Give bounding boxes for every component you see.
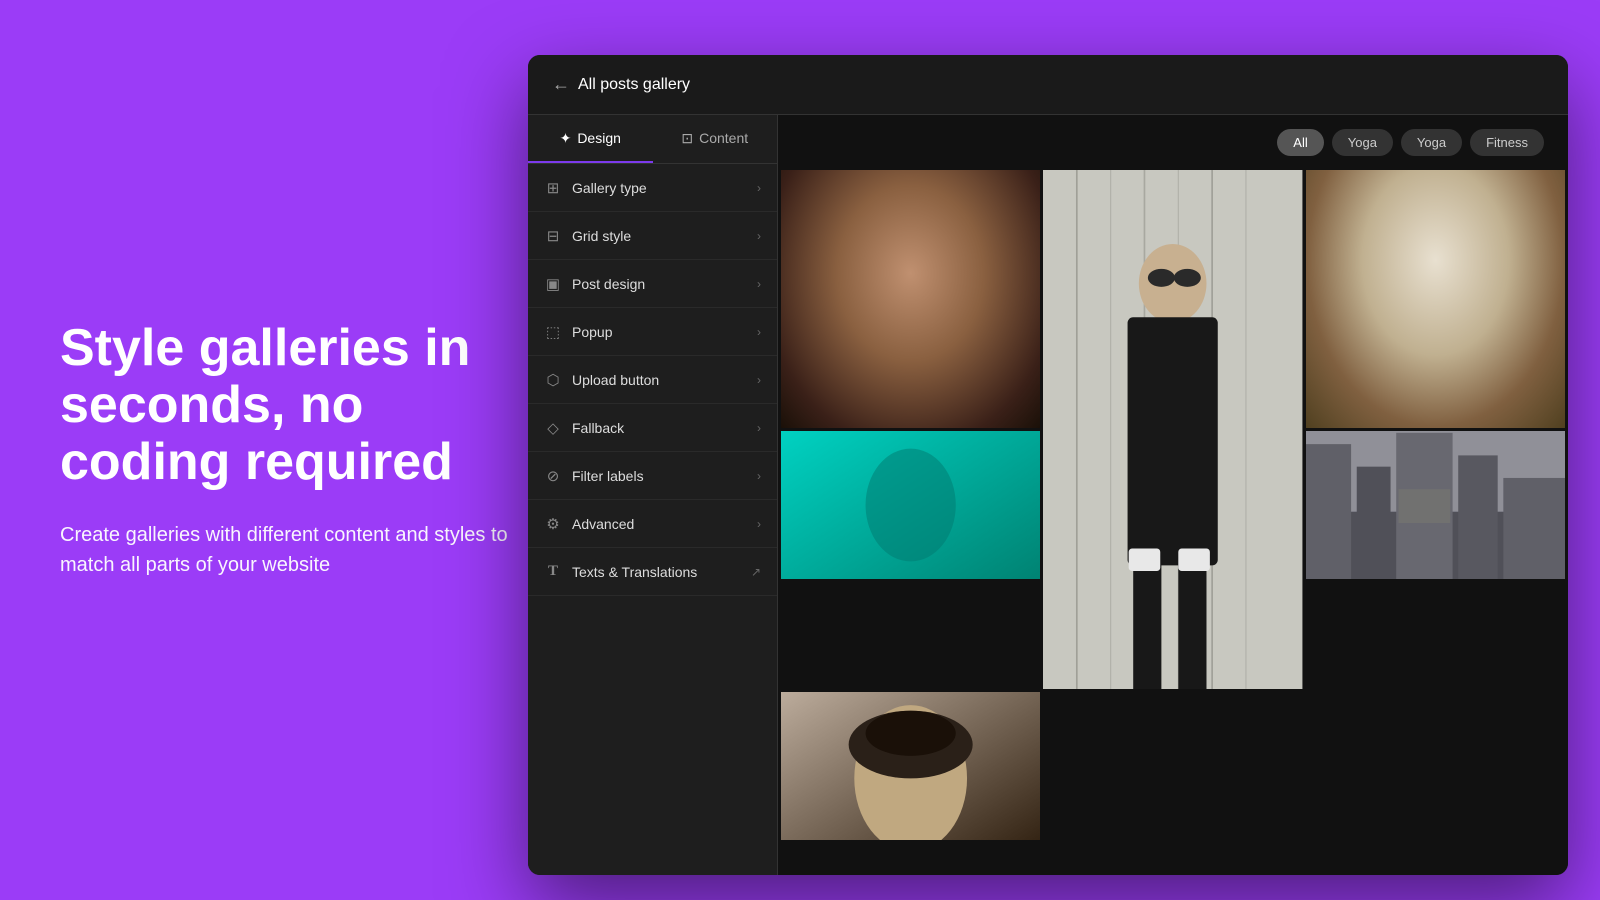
app-window: ← All posts gallery ✦ Design ⊡ Content	[528, 55, 1568, 875]
headline: Style galleries in seconds, no coding re…	[60, 320, 520, 492]
gallery-type-icon: ⊞	[544, 179, 562, 197]
subtext: Create galleries with different content …	[60, 520, 520, 580]
fallback-icon: ◇	[544, 419, 562, 437]
app-header: ← All posts gallery	[528, 55, 1568, 115]
content-icon: ⊡	[681, 130, 693, 147]
menu-item-post-design[interactable]: ▣ Post design ›	[528, 260, 777, 308]
menu-label-filter-labels: Filter labels	[572, 468, 644, 484]
post-design-icon: ▣	[544, 275, 562, 293]
tab-bar: ✦ Design ⊡ Content	[528, 115, 777, 164]
gallery-item-1[interactable]	[781, 170, 1040, 428]
filter-yoga-1[interactable]: Yoga	[1332, 129, 1393, 156]
filter-bar: All Yoga Yoga Fitness	[778, 115, 1568, 170]
menu-label-post-design: Post design	[572, 276, 645, 292]
gallery-item-4[interactable]	[781, 431, 1040, 689]
gallery-item-6[interactable]	[781, 692, 1040, 840]
app-title: All posts gallery	[578, 76, 690, 94]
design-icon: ✦	[560, 130, 572, 147]
chevron-icon-3: ›	[757, 325, 761, 339]
tab-design[interactable]: ✦ Design	[528, 115, 653, 163]
gallery-area: All Yoga Yoga Fitness	[778, 115, 1568, 875]
gallery-item-5[interactable]	[1306, 431, 1565, 689]
menu-label-advanced: Advanced	[572, 516, 634, 532]
filter-yoga-2[interactable]: Yoga	[1401, 129, 1462, 156]
advanced-icon: ⚙	[544, 515, 562, 533]
left-panel: Style galleries in seconds, no coding re…	[60, 320, 520, 580]
menu-item-advanced[interactable]: ⚙ Advanced ›	[528, 500, 777, 548]
chevron-icon-6: ›	[757, 469, 761, 483]
grid-style-icon: ⊟	[544, 227, 562, 245]
menu-item-grid-style[interactable]: ⊟ Grid style ›	[528, 212, 777, 260]
menu-label-texts-translations: Texts & Translations	[572, 564, 697, 580]
chevron-icon-5: ›	[757, 421, 761, 435]
chevron-icon-1: ›	[757, 229, 761, 243]
external-link-icon: ↗	[751, 565, 761, 579]
menu-item-popup[interactable]: ⬚ Popup ›	[528, 308, 777, 356]
back-arrow-icon: ←	[552, 74, 570, 95]
tab-design-label: Design	[577, 130, 621, 146]
menu-item-fallback[interactable]: ◇ Fallback ›	[528, 404, 777, 452]
sidebar: ✦ Design ⊡ Content ⊞ Gallery type ›	[528, 115, 778, 875]
filter-all[interactable]: All	[1277, 129, 1323, 156]
sidebar-menu: ⊞ Gallery type › ⊟ Grid style › ▣ Post	[528, 164, 777, 875]
popup-icon: ⬚	[544, 323, 562, 341]
chevron-icon-4: ›	[757, 373, 761, 387]
menu-item-texts-translations[interactable]: T Texts & Translations ↗	[528, 548, 777, 596]
chevron-icon-7: ›	[757, 517, 761, 531]
menu-label-grid-style: Grid style	[572, 228, 631, 244]
menu-label-popup: Popup	[572, 324, 612, 340]
chevron-icon-0: ›	[757, 181, 761, 195]
filter-labels-icon: ⊘	[544, 467, 562, 485]
filter-fitness[interactable]: Fitness	[1470, 129, 1544, 156]
menu-label-gallery-type: Gallery type	[572, 180, 647, 196]
texts-translations-icon: T	[544, 563, 562, 580]
back-button[interactable]: ← All posts gallery	[552, 74, 690, 95]
menu-item-gallery-type[interactable]: ⊞ Gallery type ›	[528, 164, 777, 212]
menu-label-fallback: Fallback	[572, 420, 624, 436]
app-body: ✦ Design ⊡ Content ⊞ Gallery type ›	[528, 115, 1568, 875]
chevron-icon-2: ›	[757, 277, 761, 291]
tab-content[interactable]: ⊡ Content	[653, 115, 778, 163]
menu-label-upload-button: Upload button	[572, 372, 659, 388]
gallery-item-3[interactable]	[1306, 170, 1565, 428]
menu-item-upload-button[interactable]: ⬡ Upload button ›	[528, 356, 777, 404]
gallery-item-2[interactable]	[1043, 170, 1302, 689]
gallery-grid	[778, 170, 1568, 875]
upload-button-icon: ⬡	[544, 371, 562, 389]
menu-item-filter-labels[interactable]: ⊘ Filter labels ›	[528, 452, 777, 500]
tab-content-label: Content	[699, 130, 748, 146]
